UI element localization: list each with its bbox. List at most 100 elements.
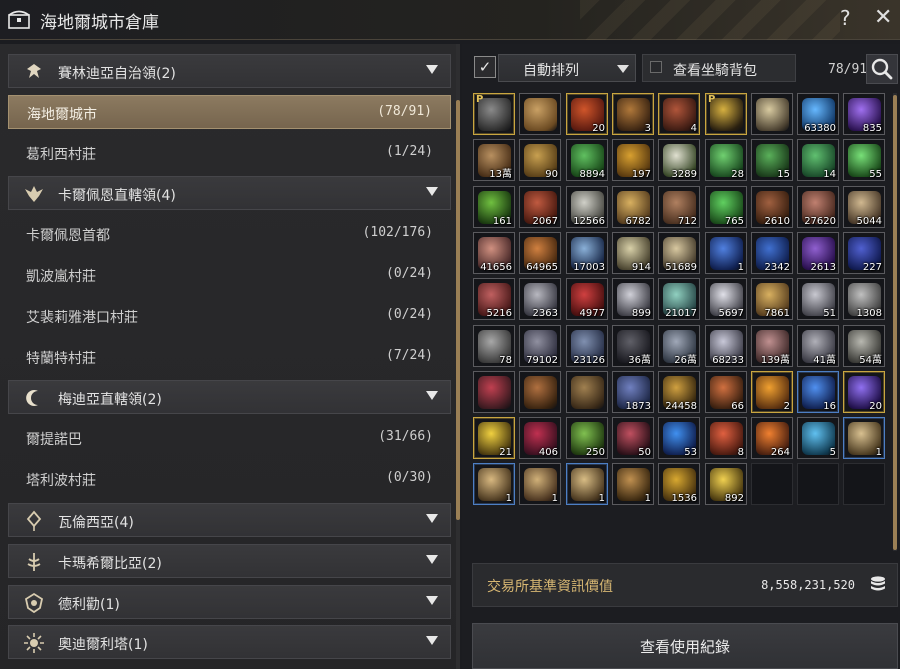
inventory-slot[interactable]: 15 <box>751 139 793 181</box>
inventory-slot[interactable]: 23126 <box>566 325 608 367</box>
inventory-slot[interactable]: 21017 <box>658 278 700 320</box>
inventory-slot[interactable]: 63380 <box>797 93 839 135</box>
inventory-slot[interactable]: 2613 <box>797 232 839 274</box>
inventory-slot[interactable] <box>519 371 561 413</box>
town-item[interactable]: 葛利西村莊 (1/24) <box>8 136 451 170</box>
sort-dropdown[interactable]: 自動排列 <box>498 54 636 82</box>
inventory-slot[interactable]: 197 <box>612 139 654 181</box>
inventory-slot[interactable]: 765 <box>705 186 747 228</box>
inventory-slot[interactable]: 1 <box>843 417 885 459</box>
inventory-slot[interactable]: 1 <box>473 463 515 505</box>
town-item[interactable]: 艾裴莉雅港口村莊 (0/24) <box>8 299 451 333</box>
inventory-slot[interactable]: 139萬 <box>751 325 793 367</box>
town-item[interactable]: 爾提諾巴 (31/66) <box>8 421 451 455</box>
inventory-slot[interactable]: 2 <box>751 371 793 413</box>
inventory-slot[interactable]: 1308 <box>843 278 885 320</box>
chevron-down-icon[interactable] <box>426 555 438 564</box>
inventory-slot[interactable]: 26萬 <box>658 325 700 367</box>
inventory-slot[interactable]: 16 <box>797 371 839 413</box>
view-mount-inventory-button[interactable]: 查看坐騎背包 <box>642 54 796 82</box>
inventory-slot[interactable]: 6782 <box>612 186 654 228</box>
chevron-down-icon[interactable] <box>426 65 438 74</box>
inventory-slot[interactable]: 50 <box>612 417 654 459</box>
region-header[interactable]: 瓦倫西亞(4) <box>8 503 451 537</box>
inventory-slot[interactable]: 161 <box>473 186 515 228</box>
inventory-slot[interactable]: 3 <box>612 93 654 135</box>
town-item-selected[interactable]: 海地爾城市 (78/91) <box>8 95 451 129</box>
inventory-slot[interactable]: 27620 <box>797 186 839 228</box>
inventory-slot[interactable]: 28 <box>705 139 747 181</box>
inventory-slot[interactable]: 55 <box>843 139 885 181</box>
inventory-slot[interactable]: 24458 <box>658 371 700 413</box>
region-header[interactable]: 卡爾佩恩直轄領(4) <box>8 176 451 210</box>
mount-inventory-checkbox[interactable] <box>650 61 662 73</box>
inventory-slot[interactable] <box>751 93 793 135</box>
inventory-slot[interactable]: P <box>473 93 515 135</box>
region-header[interactable]: 奧迪爾利塔(1) <box>8 625 451 659</box>
chevron-down-icon[interactable] <box>426 514 438 523</box>
chevron-down-icon[interactable] <box>426 596 438 605</box>
inventory-slot[interactable]: 36萬 <box>612 325 654 367</box>
chevron-down-icon[interactable] <box>426 636 438 645</box>
region-header[interactable]: 賽林迪亞自治領(2) <box>8 54 451 88</box>
region-header[interactable]: 德利勸(1) <box>8 585 451 619</box>
inventory-slot[interactable]: 51 <box>797 278 839 320</box>
region-header[interactable]: 梅迪亞直轄領(2) <box>8 380 451 414</box>
chevron-down-icon[interactable] <box>426 391 438 400</box>
empty-slot[interactable] <box>751 463 793 505</box>
inventory-slot[interactable]: 1 <box>519 463 561 505</box>
inventory-slot[interactable]: 13萬 <box>473 139 515 181</box>
inventory-slot[interactable]: 406 <box>519 417 561 459</box>
view-usage-history-button[interactable]: 查看使用紀錄 <box>472 623 898 669</box>
inventory-slot[interactable] <box>473 371 515 413</box>
inventory-slot[interactable]: 1536 <box>658 463 700 505</box>
inventory-slot[interactable]: 914 <box>612 232 654 274</box>
auto-sort-checkbox[interactable]: ✓ <box>474 56 496 78</box>
inventory-slot[interactable]: 54萬 <box>843 325 885 367</box>
inventory-slot[interactable]: 1 <box>612 463 654 505</box>
inventory-slot[interactable]: 7861 <box>751 278 793 320</box>
inventory-slot[interactable]: 90 <box>519 139 561 181</box>
chevron-down-icon[interactable] <box>426 187 438 196</box>
inventory-slot[interactable]: 4 <box>658 93 700 135</box>
inventory-slot[interactable]: 41萬 <box>797 325 839 367</box>
inventory-slot[interactable]: 17003 <box>566 232 608 274</box>
inventory-slot[interactable]: 41656 <box>473 232 515 274</box>
inventory-slot[interactable]: 5044 <box>843 186 885 228</box>
inventory-slot[interactable]: 3289 <box>658 139 700 181</box>
inventory-slot[interactable]: 2610 <box>751 186 793 228</box>
inventory-slot[interactable]: 79102 <box>519 325 561 367</box>
inventory-slot[interactable] <box>519 93 561 135</box>
inventory-slot[interactable]: 66 <box>705 371 747 413</box>
help-button[interactable]: ? <box>840 6 851 30</box>
empty-slot[interactable] <box>843 463 885 505</box>
inventory-slot[interactable]: 64965 <box>519 232 561 274</box>
inventory-slot[interactable]: 712 <box>658 186 700 228</box>
list-scrollbar-thumb[interactable] <box>456 100 460 520</box>
inventory-slot[interactable]: 8894 <box>566 139 608 181</box>
inventory-slot[interactable]: 5216 <box>473 278 515 320</box>
inventory-slot[interactable]: 227 <box>843 232 885 274</box>
inventory-slot[interactable]: 51689 <box>658 232 700 274</box>
town-item[interactable]: 塔利波村莊 (0/30) <box>8 462 451 496</box>
inventory-slot[interactable]: 20 <box>843 371 885 413</box>
inventory-slot[interactable]: 5697 <box>705 278 747 320</box>
inventory-slot[interactable]: 14 <box>797 139 839 181</box>
inventory-slot[interactable]: 835 <box>843 93 885 135</box>
inventory-slot[interactable]: 4977 <box>566 278 608 320</box>
inventory-slot[interactable]: P <box>705 93 747 135</box>
inventory-slot[interactable]: 21 <box>473 417 515 459</box>
town-item[interactable]: 凱波嵐村莊 (0/24) <box>8 258 451 292</box>
inventory-slot[interactable]: 53 <box>658 417 700 459</box>
inventory-slot[interactable]: 5 <box>797 417 839 459</box>
inventory-slot[interactable]: 78 <box>473 325 515 367</box>
inventory-slot[interactable]: 1 <box>566 463 608 505</box>
inventory-slot[interactable]: 250 <box>566 417 608 459</box>
inventory-slot[interactable]: 1873 <box>612 371 654 413</box>
inventory-slot[interactable]: 8 <box>705 417 747 459</box>
inventory-slot[interactable]: 264 <box>751 417 793 459</box>
inventory-slot[interactable]: 20 <box>566 93 608 135</box>
empty-slot[interactable] <box>797 463 839 505</box>
inventory-slot[interactable]: 899 <box>612 278 654 320</box>
inventory-slot[interactable]: 1 <box>705 232 747 274</box>
